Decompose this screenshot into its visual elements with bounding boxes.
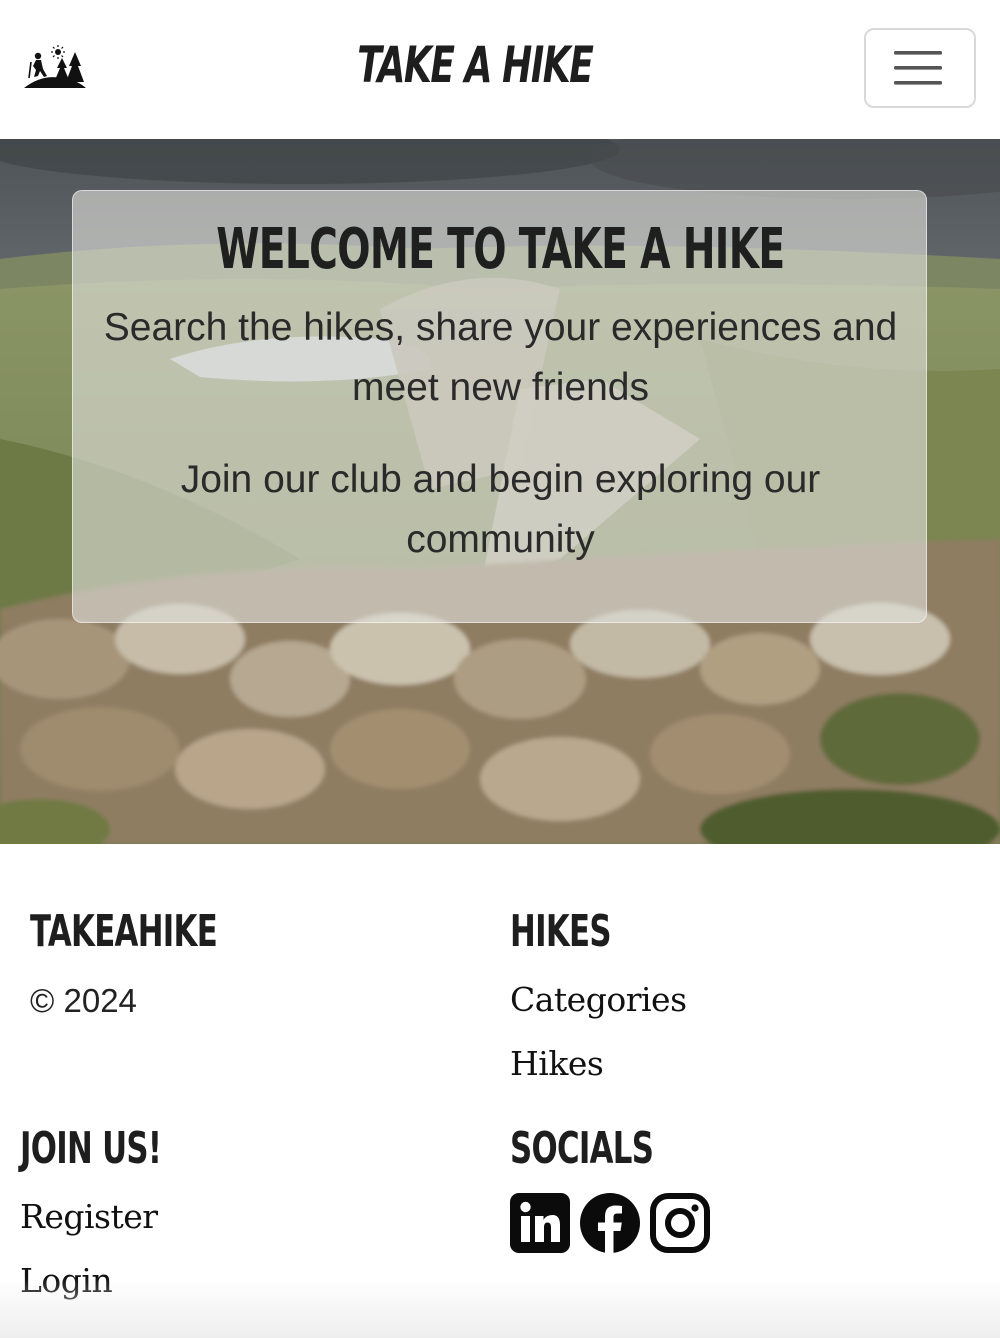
welcome-paragraph-search: Search the hikes, share your experiences…: [103, 306, 898, 409]
social-icons: [510, 1193, 710, 1253]
hero-section: WELCOME TO TAKE A HIKE Search the hikes,…: [0, 139, 1000, 844]
hiker-trees-logo-icon[interactable]: [22, 44, 88, 90]
navbar: TAKE A HIKE: [0, 0, 1000, 139]
footer-join-heading: JOIN US!: [20, 1123, 162, 1174]
footer-socials-heading: SOCIALS: [510, 1123, 654, 1174]
footer-link-categories[interactable]: Categories: [510, 980, 687, 1019]
footer-link-register[interactable]: Register: [20, 1197, 158, 1236]
linkedin-icon[interactable]: [510, 1193, 570, 1253]
footer-link-hikes[interactable]: Hikes: [510, 1044, 604, 1083]
brand-title[interactable]: TAKE A HIKE: [140, 36, 810, 94]
footer-fade: [0, 1278, 1000, 1338]
footer-brand-heading: TAKEAHIKE: [30, 906, 218, 957]
copyright-text: © 2024: [30, 982, 137, 1019]
footer: TAKEAHIKE © 2024 HIKES Categories Hikes …: [0, 844, 1000, 1338]
footer-hikes-heading: HIKES: [510, 906, 612, 957]
navbar-toggle-button[interactable]: [864, 28, 976, 108]
facebook-icon[interactable]: [580, 1193, 640, 1253]
instagram-icon[interactable]: [650, 1193, 710, 1253]
hamburger-menu-icon: [894, 51, 942, 85]
welcome-paragraph-join: Join our club and begin exploring our co…: [180, 458, 821, 561]
welcome-card: WELCOME TO TAKE A HIKE Search the hikes,…: [72, 190, 927, 623]
welcome-title: WELCOME TO TAKE A HIKE: [216, 217, 785, 282]
